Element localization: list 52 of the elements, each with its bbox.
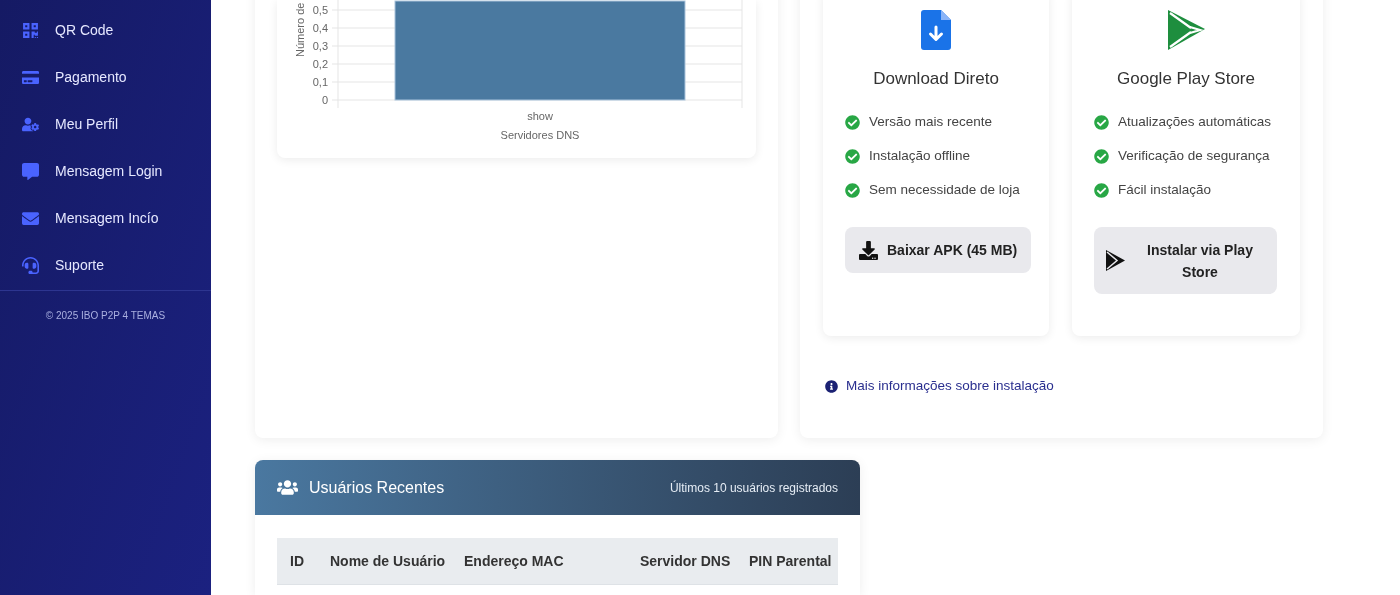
file-download-icon bbox=[921, 10, 951, 50]
column-header: ID bbox=[289, 551, 305, 571]
feature-text: Instalação offline bbox=[869, 146, 971, 165]
check-icon bbox=[845, 114, 860, 130]
copyright-text: © 2025 IBO P2P 4 TEMAS bbox=[45, 309, 166, 323]
envelope-icon bbox=[22, 210, 39, 227]
info-link[interactable]: Mais informações sobre instalação bbox=[825, 376, 1054, 397]
credit-card-icon bbox=[22, 69, 39, 86]
install-button[interactable]: Instalar via Play Store bbox=[1094, 227, 1277, 294]
chat-bubble-icon bbox=[22, 163, 39, 180]
axis-tick-label: 0,3 bbox=[312, 40, 328, 52]
axis-tick-label: 0,5 bbox=[312, 4, 328, 16]
axis-tick-label: 0,4 bbox=[312, 22, 328, 34]
x-axis-title: Servidores DNS bbox=[500, 129, 580, 141]
sidebar-item[interactable]: Pagamento bbox=[0, 54, 211, 101]
play-icon bbox=[1106, 250, 1125, 271]
feature-text: Verificação de segurança bbox=[1118, 146, 1270, 165]
feature-text: Fácil instalação bbox=[1118, 180, 1212, 199]
user-gear-icon bbox=[22, 116, 39, 133]
check-icon bbox=[1094, 148, 1109, 164]
column-header: PIN Parental bbox=[749, 551, 833, 571]
sidebar-item[interactable]: QR Code bbox=[0, 7, 211, 54]
axis-tick-label: 0 bbox=[321, 94, 328, 106]
qr-code-icon bbox=[22, 22, 39, 39]
headset-icon bbox=[22, 257, 39, 274]
column-header: Nome de Usuário bbox=[330, 551, 447, 571]
card-subtitle: Últimos 10 usuários registrados bbox=[669, 479, 838, 497]
play-triangle-icon bbox=[1167, 10, 1205, 50]
feature-text: Atualizações automáticas bbox=[1118, 112, 1272, 131]
option-title: Google Play Store bbox=[1116, 68, 1256, 90]
card-title: Usuários Recentes bbox=[309, 477, 445, 498]
column-header: Endereço MAC bbox=[464, 551, 565, 571]
download-button[interactable]: Baixar APK (45 MB) bbox=[845, 227, 1032, 273]
check-icon bbox=[845, 148, 860, 164]
sidebar-item[interactable]: Meu Perfil bbox=[0, 101, 211, 148]
check-icon bbox=[1094, 182, 1109, 198]
y-axis-title: Número de bbox=[294, 2, 306, 57]
axis-tick-label: 0,2 bbox=[312, 58, 328, 70]
users-icon bbox=[277, 477, 298, 498]
sidebar-item[interactable]: Mensagem Incío bbox=[0, 195, 211, 242]
info-icon bbox=[825, 379, 838, 393]
category-label: show bbox=[527, 110, 553, 122]
sidebar-item[interactable]: Suporte bbox=[0, 242, 211, 289]
check-icon bbox=[1094, 114, 1109, 130]
sidebar-item[interactable]: Mensagem Login bbox=[0, 148, 211, 195]
feature-text: Sem necessidade de loja bbox=[869, 180, 1020, 199]
column-header: Servidor DNS bbox=[640, 551, 732, 571]
download-icon bbox=[859, 240, 878, 260]
axis-tick-label: 0,1 bbox=[312, 76, 328, 88]
option-title: Download Direto bbox=[872, 68, 1000, 90]
check-icon bbox=[845, 182, 860, 198]
feature-text: Versão mais recente bbox=[869, 112, 993, 131]
